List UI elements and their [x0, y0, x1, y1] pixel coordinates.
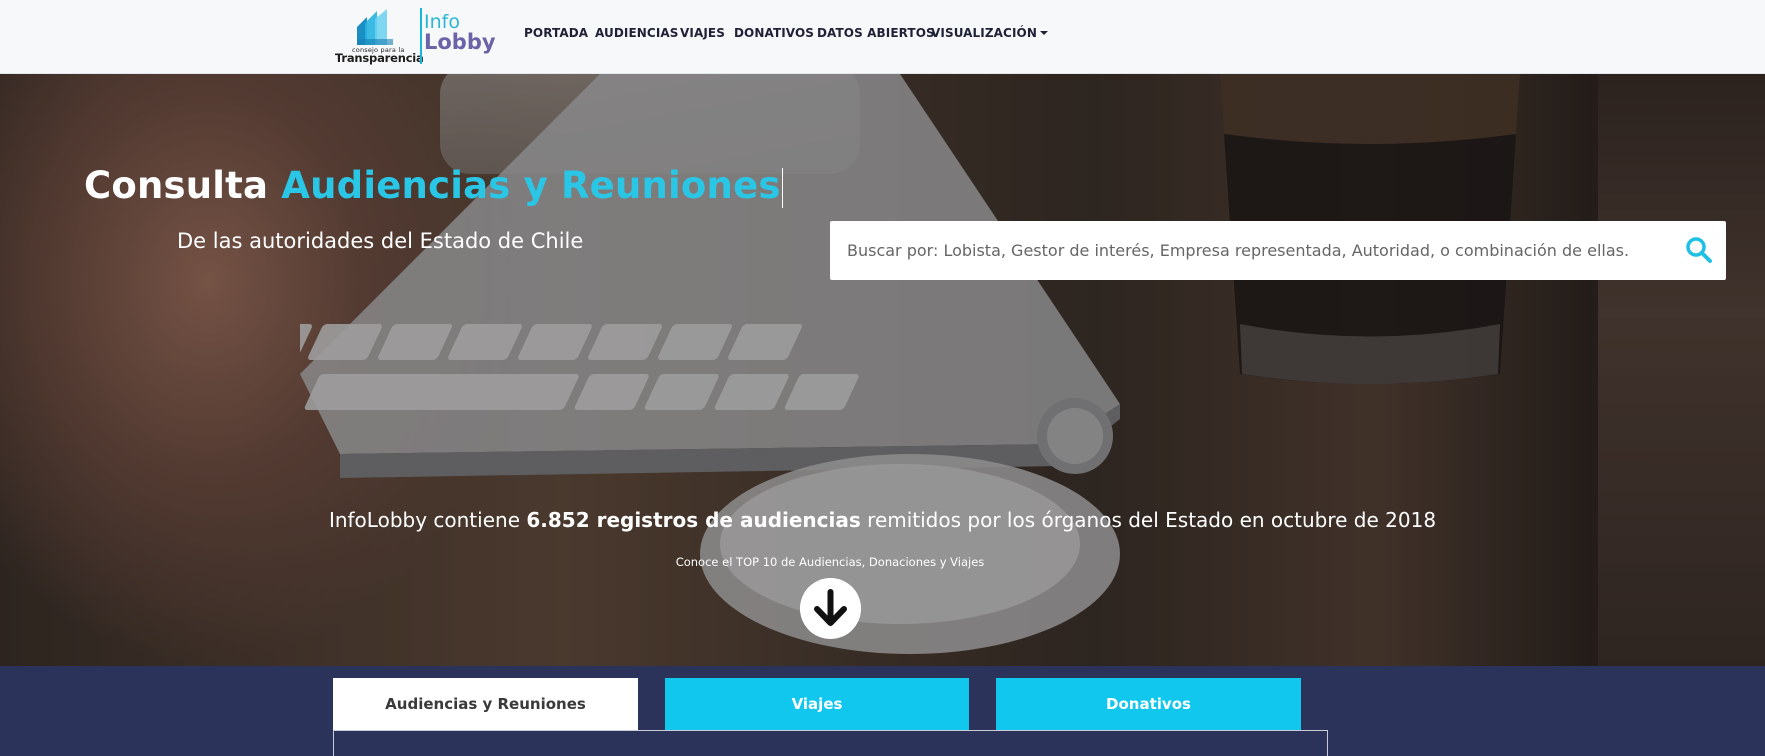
logo-org-big: Transparencia	[335, 51, 424, 65]
tab-donativos[interactable]: Donativos	[996, 678, 1301, 730]
typing-cursor	[781, 167, 783, 208]
stats-prefix: InfoLobby contiene	[328, 508, 527, 532]
nav-datos-abiertos[interactable]: DATOS ABIERTOS	[817, 26, 935, 40]
consejo-transparencia-logo[interactable]: consejo para la Transparencia	[334, 6, 424, 68]
nav-portada[interactable]: PORTADA	[524, 26, 588, 40]
stats-bold: 6.852 registros de audiencias	[526, 508, 861, 532]
tab-content-panel	[333, 730, 1328, 756]
hero-subtitle: De las autoridades del Estado de Chile	[177, 229, 584, 253]
hero-title-prefix: Consulta	[84, 164, 282, 207]
caret-down-icon	[1039, 30, 1048, 35]
nav-visualizacion-dropdown[interactable]: VISUALIZACIÓN	[931, 26, 1048, 40]
search-input[interactable]	[830, 221, 1670, 280]
tab-viajes[interactable]: Viajes	[665, 678, 969, 730]
nav-visualizacion-label: VISUALIZACIÓN	[931, 26, 1037, 40]
nav-audiencias[interactable]: AUDIENCIAS	[595, 26, 679, 40]
hero-section: Consulta Audiencias y Reuniones De las a…	[0, 74, 1765, 666]
top-navbar: consejo para la Transparencia Info Lobby…	[0, 0, 1765, 74]
infolobby-logo-lobby[interactable]: Lobby	[424, 32, 496, 53]
tabs-section: Audiencias y Reuniones Viajes Donativos	[0, 666, 1765, 756]
tab-audiencias-reuniones[interactable]: Audiencias y Reuniones	[333, 678, 638, 730]
logo-divider	[420, 8, 422, 64]
search-icon[interactable]	[1685, 236, 1713, 264]
hero-dark-overlay	[0, 74, 1765, 666]
top10-caption: Conoce el TOP 10 de Audiencias, Donacion…	[675, 555, 985, 569]
stats-line: InfoLobby contiene 6.852 registros de au…	[0, 508, 1765, 532]
search-bar	[830, 221, 1726, 280]
hero-title: Consulta Audiencias y Reuniones	[84, 164, 783, 208]
logo-building-icon	[357, 9, 393, 45]
hero-title-accent: Audiencias y Reuniones	[281, 164, 781, 207]
arrow-down-circle-icon[interactable]	[800, 578, 861, 639]
stats-suffix: remitidos por los órganos del Estado en …	[860, 508, 1437, 532]
nav-viajes[interactable]: VIAJES	[680, 26, 725, 40]
nav-donativos[interactable]: DONATIVOS	[734, 26, 814, 40]
